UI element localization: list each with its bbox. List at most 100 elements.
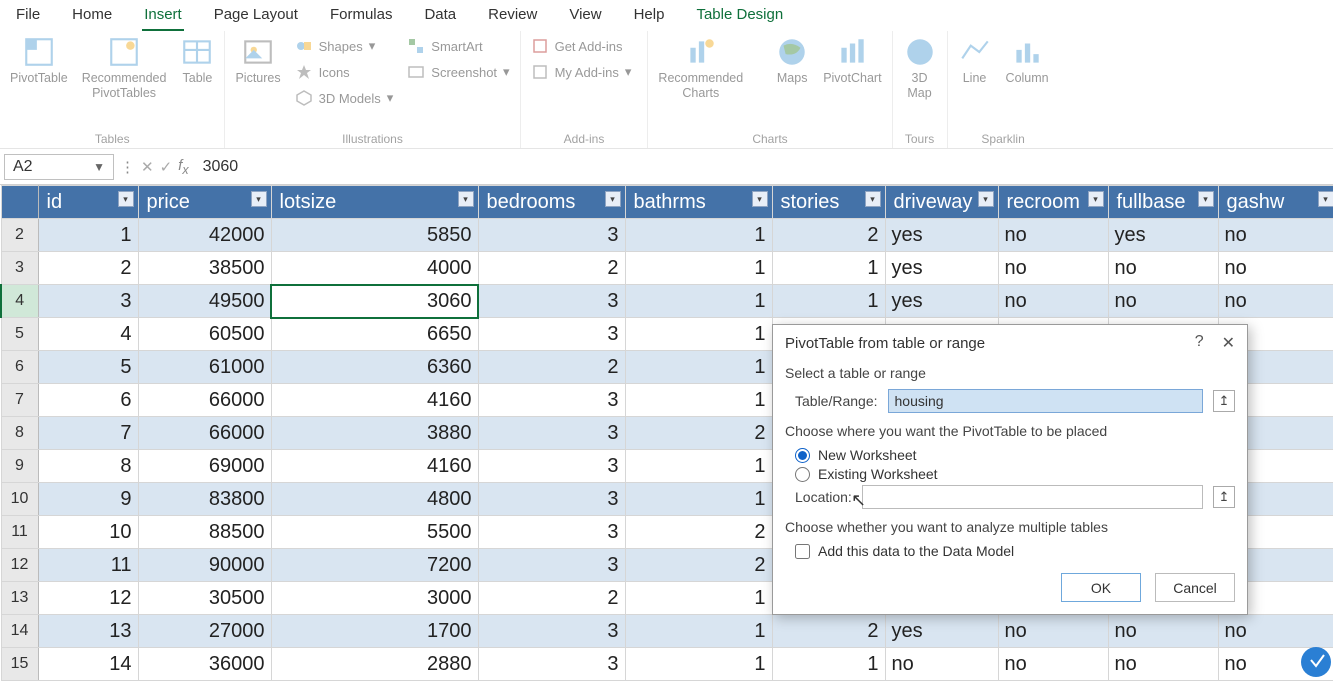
- cell[interactable]: 5500: [271, 516, 478, 549]
- existing-worksheet-radio[interactable]: [795, 467, 810, 482]
- tab-help[interactable]: Help: [632, 3, 667, 31]
- cell[interactable]: no: [998, 219, 1108, 252]
- cell[interactable]: 1: [625, 285, 772, 318]
- cell[interactable]: no: [1218, 219, 1333, 252]
- cell[interactable]: yes: [1108, 219, 1218, 252]
- row-header[interactable]: 2: [1, 219, 38, 252]
- sparkline-line-button[interactable]: Line: [954, 35, 996, 86]
- cell[interactable]: 83800: [138, 483, 271, 516]
- cell[interactable]: 49500: [138, 285, 271, 318]
- cell[interactable]: 10: [38, 516, 138, 549]
- data-model-checkbox[interactable]: [795, 544, 810, 559]
- cell[interactable]: 11: [38, 549, 138, 582]
- cell[interactable]: 88500: [138, 516, 271, 549]
- cell[interactable]: 1: [625, 252, 772, 285]
- recommended-charts-button[interactable]: Recommended Charts: [654, 35, 747, 101]
- row-header[interactable]: 12: [1, 549, 38, 582]
- formula-input[interactable]: 3060: [195, 158, 1333, 176]
- cell[interactable]: 8: [38, 450, 138, 483]
- cell[interactable]: 6650: [271, 318, 478, 351]
- select-all-corner[interactable]: [1, 186, 38, 219]
- cell[interactable]: 3: [478, 318, 625, 351]
- cell[interactable]: 3000: [271, 582, 478, 615]
- cell[interactable]: 3: [478, 417, 625, 450]
- tab-formulas[interactable]: Formulas: [328, 3, 395, 31]
- cell[interactable]: 1: [625, 351, 772, 384]
- cell[interactable]: 7: [38, 417, 138, 450]
- close-button[interactable]: ✕: [1222, 333, 1235, 353]
- cell[interactable]: no: [1218, 615, 1333, 648]
- cell[interactable]: 3: [478, 615, 625, 648]
- row-header[interactable]: 4: [1, 285, 38, 318]
- filter-icon[interactable]: ▾: [251, 191, 267, 207]
- column-header-gashw[interactable]: gashw▾: [1218, 186, 1333, 219]
- filter-icon[interactable]: ▾: [978, 191, 994, 207]
- cell[interactable]: 1: [625, 219, 772, 252]
- cell[interactable]: 4160: [271, 450, 478, 483]
- sparkline-column-button[interactable]: Column: [1002, 35, 1053, 86]
- cell[interactable]: 38500: [138, 252, 271, 285]
- cell[interactable]: 2: [38, 252, 138, 285]
- filter-icon[interactable]: ▾: [118, 191, 134, 207]
- help-button[interactable]: ?: [1195, 333, 1204, 353]
- cell[interactable]: 1: [625, 648, 772, 681]
- row-header[interactable]: 9: [1, 450, 38, 483]
- cell[interactable]: 3: [478, 285, 625, 318]
- cell[interactable]: 3: [478, 219, 625, 252]
- cell[interactable]: 2: [478, 351, 625, 384]
- cell[interactable]: 1: [625, 483, 772, 516]
- pivottable-button[interactable]: PivotTable: [6, 35, 72, 86]
- cell[interactable]: 1: [625, 582, 772, 615]
- column-header-price[interactable]: price▾: [138, 186, 271, 219]
- 3dmodels-button[interactable]: 3D Models ▾: [291, 87, 398, 109]
- cell[interactable]: 2: [772, 219, 885, 252]
- cell[interactable]: 69000: [138, 450, 271, 483]
- cell[interactable]: 1: [38, 219, 138, 252]
- row-header[interactable]: 6: [1, 351, 38, 384]
- cell[interactable]: 2: [625, 516, 772, 549]
- cell[interactable]: 7200: [271, 549, 478, 582]
- cell[interactable]: no: [1218, 252, 1333, 285]
- enter-formula-icon[interactable]: ✓: [160, 158, 173, 176]
- cell[interactable]: 66000: [138, 417, 271, 450]
- cell[interactable]: 5850: [271, 219, 478, 252]
- cell[interactable]: no: [1108, 252, 1218, 285]
- cell[interactable]: 1: [625, 318, 772, 351]
- cancel-button[interactable]: Cancel: [1155, 573, 1235, 602]
- column-header-id[interactable]: id▾: [38, 186, 138, 219]
- cell[interactable]: no: [1108, 648, 1218, 681]
- pictures-button[interactable]: Pictures: [231, 35, 284, 86]
- cell[interactable]: 90000: [138, 549, 271, 582]
- pivotchart-button[interactable]: PivotChart: [819, 35, 885, 86]
- cell[interactable]: no: [998, 648, 1108, 681]
- cell[interactable]: 61000: [138, 351, 271, 384]
- tab-table-design[interactable]: Table Design: [694, 3, 785, 31]
- name-box[interactable]: A2▼: [4, 154, 114, 180]
- cell[interactable]: 6360: [271, 351, 478, 384]
- filter-icon[interactable]: ▾: [1318, 191, 1333, 207]
- cell[interactable]: 3880: [271, 417, 478, 450]
- get-addins-button[interactable]: Get Add-ins: [527, 35, 636, 57]
- cell[interactable]: 1700: [271, 615, 478, 648]
- column-header-fullbase[interactable]: fullbase▾: [1108, 186, 1218, 219]
- tab-data[interactable]: Data: [422, 3, 458, 31]
- row-header[interactable]: 13: [1, 582, 38, 615]
- filter-icon[interactable]: ▾: [865, 191, 881, 207]
- table-range-input[interactable]: [888, 389, 1203, 413]
- cell[interactable]: 3: [478, 648, 625, 681]
- cell[interactable]: yes: [885, 252, 998, 285]
- cell[interactable]: 2: [478, 252, 625, 285]
- row-header[interactable]: 15: [1, 648, 38, 681]
- table-button[interactable]: Table: [176, 35, 218, 86]
- cell[interactable]: 3: [478, 483, 625, 516]
- row-header[interactable]: 3: [1, 252, 38, 285]
- column-header-lotsize[interactable]: lotsize▾: [271, 186, 478, 219]
- collapse-dialog-icon-2[interactable]: ↥: [1213, 486, 1235, 508]
- tab-file[interactable]: File: [14, 3, 42, 31]
- cell[interactable]: 3: [478, 549, 625, 582]
- filter-icon[interactable]: ▾: [1198, 191, 1214, 207]
- cell[interactable]: 3: [38, 285, 138, 318]
- recommended-pivottables-button[interactable]: Recommended PivotTables: [78, 35, 171, 101]
- tab-home[interactable]: Home: [70, 3, 114, 31]
- cell[interactable]: 1: [625, 450, 772, 483]
